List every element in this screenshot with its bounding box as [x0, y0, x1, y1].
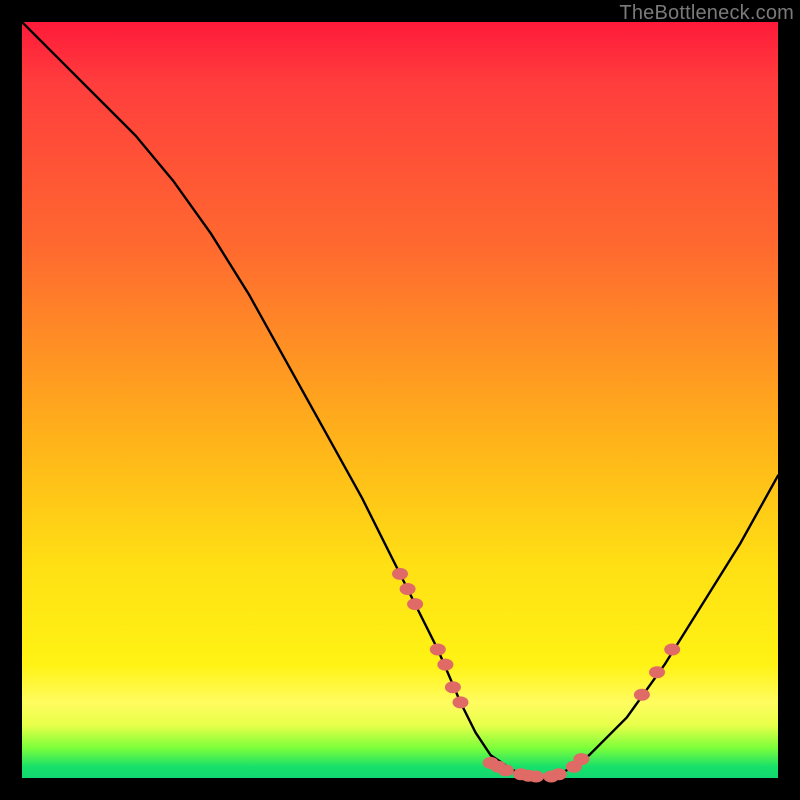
- highlight-dot: [437, 659, 453, 671]
- highlight-dot: [649, 666, 665, 678]
- highlight-dot: [634, 689, 650, 701]
- chart-frame: [22, 22, 778, 778]
- highlight-dot: [551, 768, 567, 780]
- highlight-dot: [664, 644, 680, 656]
- highlight-dot: [430, 644, 446, 656]
- highlight-dot: [453, 696, 469, 708]
- highlight-dot: [573, 753, 589, 765]
- highlight-dot: [498, 764, 514, 776]
- highlight-dot: [528, 771, 544, 783]
- watermark-text: TheBottleneck.com: [619, 2, 794, 25]
- highlight-dot: [400, 583, 416, 595]
- bottleneck-curve: [22, 22, 778, 778]
- highlight-dots-group: [392, 568, 680, 783]
- highlight-dot: [407, 598, 423, 610]
- highlight-dot: [445, 681, 461, 693]
- chart-svg: [22, 22, 778, 778]
- highlight-dot: [392, 568, 408, 580]
